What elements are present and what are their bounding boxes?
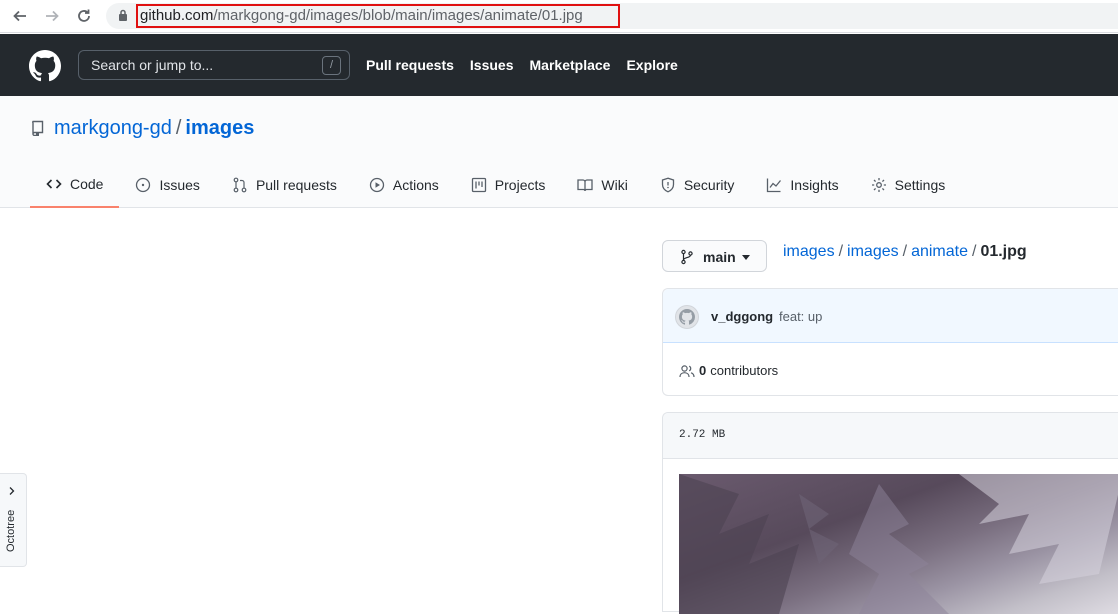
repo-tabs: Code Issues Pull requests Actions Projec… bbox=[30, 162, 961, 208]
breadcrumb-subfolder-link[interactable]: animate bbox=[911, 243, 968, 260]
search-input[interactable]: Search or jump to... / bbox=[78, 50, 350, 80]
repo-name-link[interactable]: images bbox=[185, 117, 254, 139]
tab-code-label: Code bbox=[70, 176, 104, 192]
octotree-toggle[interactable]: Octotree bbox=[0, 473, 27, 567]
tab-insights[interactable]: Insights bbox=[750, 162, 854, 208]
contributors-label: contributors bbox=[710, 363, 779, 378]
url-highlight-box bbox=[136, 4, 620, 28]
breadcrumb-folder-link[interactable]: images bbox=[847, 243, 899, 260]
tab-security[interactable]: Security bbox=[644, 162, 751, 208]
tab-issues-label: Issues bbox=[159, 177, 200, 193]
octotree-label: Octotree bbox=[5, 509, 17, 552]
search-shortcut-key: / bbox=[322, 56, 341, 75]
tab-pull-requests[interactable]: Pull requests bbox=[216, 162, 353, 208]
breadcrumb-repo-link[interactable]: images bbox=[783, 243, 835, 260]
file-breadcrumb: images / images / animate/01.jpg bbox=[783, 243, 1027, 261]
breadcrumb-separator: / bbox=[971, 243, 977, 260]
contributors-link[interactable]: 0 contributors bbox=[679, 363, 778, 378]
tab-wiki-label: Wiki bbox=[601, 177, 628, 193]
commit-header: v_dggong feat: up bbox=[663, 289, 1118, 343]
caret-down-icon bbox=[742, 255, 750, 260]
file-header: 2.72 MB bbox=[663, 413, 1118, 459]
browser-toolbar: github.com/markgong-gd/images/blob/main/… bbox=[0, 0, 1118, 33]
repo-icon bbox=[31, 120, 45, 136]
gear-icon bbox=[871, 178, 886, 192]
latest-commit-box: v_dggong feat: up 0 contributors bbox=[662, 288, 1118, 396]
image-preview bbox=[679, 474, 1118, 614]
breadcrumb-file-name: 01.jpg bbox=[980, 243, 1027, 260]
tab-projects[interactable]: Projects bbox=[455, 162, 562, 208]
pull-request-icon bbox=[233, 177, 247, 193]
branch-name: main bbox=[703, 249, 736, 265]
reload-icon[interactable] bbox=[74, 6, 94, 26]
tab-actions[interactable]: Actions bbox=[353, 162, 455, 208]
commit-message[interactable]: feat: up bbox=[779, 309, 822, 324]
avatar[interactable] bbox=[675, 305, 699, 329]
tab-insights-label: Insights bbox=[790, 177, 839, 193]
people-icon bbox=[679, 364, 695, 377]
project-icon bbox=[471, 177, 486, 193]
lock-icon bbox=[118, 9, 128, 21]
tab-pull-requests-label: Pull requests bbox=[255, 177, 337, 193]
play-icon bbox=[369, 177, 385, 193]
shield-icon bbox=[661, 177, 674, 193]
file-size: 2.72 MB bbox=[679, 429, 726, 441]
repo-header: markgong-gd / images Code Issues Pull requ… bbox=[0, 96, 1118, 208]
commit-author-link[interactable]: v_dggong bbox=[711, 309, 773, 324]
breadcrumb-separator: / bbox=[838, 243, 844, 260]
forward-arrow-icon[interactable] bbox=[42, 6, 62, 26]
tab-projects-label: Projects bbox=[494, 177, 546, 193]
tab-security-label: Security bbox=[683, 177, 735, 193]
tab-settings[interactable]: Settings bbox=[855, 162, 962, 208]
repo-owner-link[interactable]: markgong-gd bbox=[54, 117, 172, 139]
file-viewer: 2.72 MB bbox=[662, 412, 1118, 614]
breadcrumb-separator: / bbox=[902, 243, 908, 260]
repo-title-separator: / bbox=[175, 117, 182, 139]
chevron-right-icon bbox=[9, 487, 15, 495]
nav-marketplace[interactable]: Marketplace bbox=[530, 57, 611, 73]
issue-icon bbox=[136, 177, 151, 193]
tab-wiki[interactable]: Wiki bbox=[561, 162, 643, 208]
nav-explore[interactable]: Explore bbox=[626, 57, 677, 73]
branch-icon bbox=[681, 249, 693, 265]
graph-icon bbox=[767, 178, 782, 193]
contributors-count: 0 bbox=[699, 363, 707, 378]
code-icon bbox=[46, 179, 62, 189]
back-arrow-icon[interactable] bbox=[10, 6, 30, 26]
tab-issues[interactable]: Issues bbox=[119, 162, 215, 208]
tab-actions-label: Actions bbox=[392, 177, 439, 193]
nav-pull-requests[interactable]: Pull requests bbox=[366, 57, 454, 73]
repo-title: markgong-gd / images bbox=[54, 117, 254, 140]
github-header: Search or jump to... / Pull requests Iss… bbox=[0, 34, 1118, 96]
global-nav: Pull requests Issues Marketplace Explore bbox=[366, 57, 694, 73]
branch-select-button[interactable]: main bbox=[662, 240, 767, 272]
tab-code[interactable]: Code bbox=[30, 162, 120, 208]
nav-issues[interactable]: Issues bbox=[470, 57, 514, 73]
book-icon bbox=[577, 179, 594, 192]
github-logo-icon[interactable] bbox=[29, 50, 61, 82]
search-placeholder: Search or jump to... bbox=[91, 57, 214, 73]
tab-settings-label: Settings bbox=[894, 177, 946, 193]
